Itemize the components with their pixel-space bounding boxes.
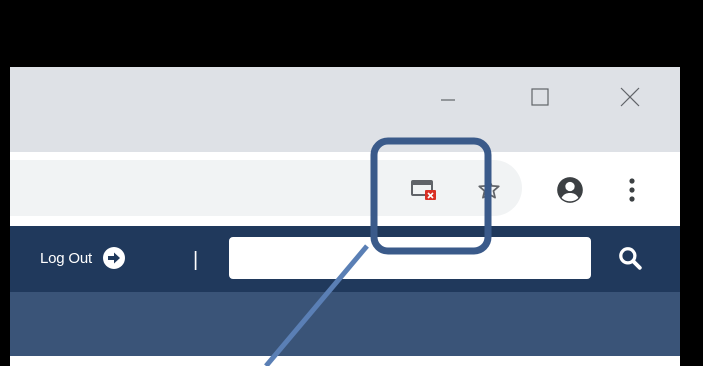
maximize-icon xyxy=(531,88,549,106)
minimize-button[interactable] xyxy=(426,79,470,115)
popup-blocked-button[interactable] xyxy=(410,176,438,204)
close-button[interactable] xyxy=(608,79,652,115)
arrow-circle-right-icon xyxy=(102,247,125,269)
profile-button[interactable] xyxy=(554,174,586,206)
logout-link[interactable]: Log Out xyxy=(40,246,126,270)
account-circle-icon xyxy=(557,177,583,203)
more-vert-icon xyxy=(629,178,635,202)
site-subnav xyxy=(10,292,680,356)
browser-window: Log Out | xyxy=(10,67,680,366)
site-header: Log Out | xyxy=(10,226,680,292)
site-search-button[interactable] xyxy=(614,242,646,274)
logout-label: Log Out xyxy=(40,249,92,267)
minimize-icon xyxy=(441,99,455,101)
bookmark-star-button[interactable] xyxy=(474,174,504,204)
star-icon xyxy=(478,178,500,199)
search-icon xyxy=(619,247,642,270)
browser-toolbar xyxy=(10,152,680,226)
header-separator: | xyxy=(193,249,199,271)
maximize-button[interactable] xyxy=(518,79,562,115)
browser-titlebar xyxy=(10,67,680,152)
screenshot-stage: Log Out | xyxy=(0,0,703,366)
close-icon xyxy=(620,87,640,107)
address-bar[interactable] xyxy=(10,160,522,216)
page-content xyxy=(10,356,680,366)
site-search-input[interactable] xyxy=(229,237,591,279)
browser-menu-button[interactable] xyxy=(622,174,642,206)
popup-blocked-icon xyxy=(411,180,436,200)
